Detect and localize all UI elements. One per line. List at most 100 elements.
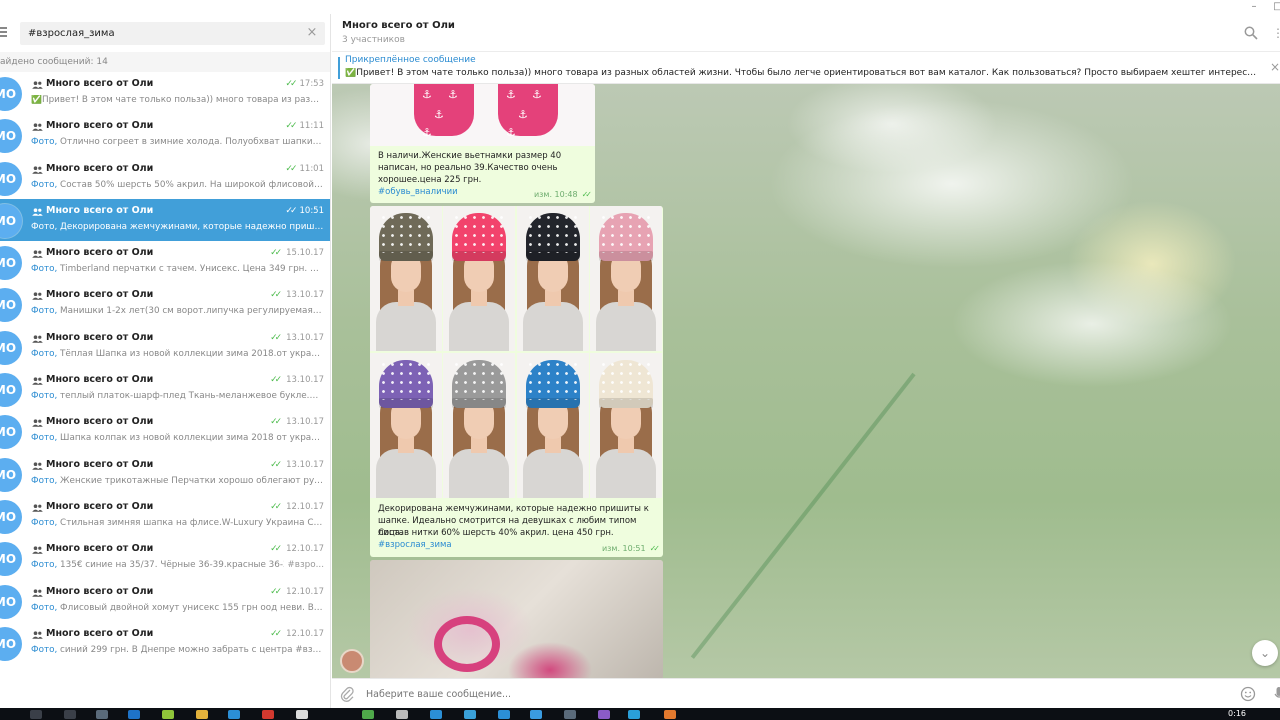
minimize-button[interactable]: –	[1242, 0, 1266, 14]
read-checks-icon: ✓✓	[270, 290, 282, 301]
message-preview: ✅Привет! В этом чате только польза)) мно…	[31, 95, 324, 105]
search-result-row[interactable]: МО Много всего от Оли ✓✓ 12.10.17 Фото, Флис…	[0, 579, 330, 622]
results-count: айдено сообщений: 14	[0, 52, 330, 72]
group-icon	[32, 81, 43, 89]
emoji-icon[interactable]	[1240, 686, 1256, 702]
taskbar-app-icon[interactable]	[262, 710, 274, 719]
search-result-row[interactable]: МО Много всего от Оли ✓✓ 12.10.17 Фото, 135€…	[0, 537, 330, 580]
search-result-row[interactable]: МО Много всего от Оли ✓✓ 12.10.17 Фото, Стил…	[0, 494, 330, 538]
neck	[544, 290, 561, 306]
message-caption-line: Состав нитки 60% шерсть 40% акрил. цена …	[378, 528, 614, 538]
message-photo-bubble[interactable]	[370, 560, 663, 680]
photo-slippers[interactable]: ⚓ ⚓ ⚓ ⚓ ⚓ ⚓ ⚓ ⚓	[370, 84, 595, 146]
hat-photo	[443, 206, 516, 351]
search-input[interactable]	[20, 22, 300, 45]
beanie-hat	[598, 213, 653, 261]
avatar: МО	[0, 499, 22, 534]
taskbar-app-icon[interactable]	[228, 710, 240, 719]
read-checks-icon: ✓✓	[270, 248, 282, 259]
search-result-row[interactable]: МО Много всего от Оли ✓✓ 13.10.17 Фото, Шапк…	[0, 410, 330, 453]
search-icon[interactable]	[1244, 26, 1258, 40]
taskbar-app-icon[interactable]	[664, 710, 676, 719]
taskbar-app-icon[interactable]	[128, 710, 140, 719]
pearl-decorations	[525, 360, 580, 400]
read-checks-icon: ✓✓	[270, 375, 282, 386]
chat-title[interactable]: Много всего от Оли	[342, 20, 455, 31]
sweater	[522, 449, 583, 498]
chat-name: Много всего от Оли	[46, 627, 154, 639]
taskbar-app-icon[interactable]	[96, 710, 108, 719]
taskbar-app-icon[interactable]	[396, 710, 408, 719]
beanie-hat	[379, 213, 433, 261]
scroll-down-button[interactable]: ⌄	[1252, 640, 1278, 666]
hamburger-menu-icon[interactable]	[0, 27, 10, 39]
taskbar-folder-icon[interactable]	[196, 710, 208, 719]
read-checks-icon: ✓✓	[270, 628, 282, 639]
search-result-row[interactable]: МО Много всего от Оли ✓✓11:11 Фото, Отлично…	[0, 114, 330, 157]
message-caption-line: Декорирована жемчужинами, которые надежн…	[378, 504, 649, 514]
taskbar-telegram-icon[interactable]	[628, 710, 640, 719]
attach-icon[interactable]	[340, 686, 354, 702]
microphone-icon[interactable]	[1274, 686, 1280, 702]
message-preview: Фото, синий 299 грн. В Днепре можно забр…	[31, 645, 324, 655]
search-result-row[interactable]: МО Много всего от Оли ✓✓ 13.10.17 Фото, Мани…	[0, 283, 330, 326]
more-menu-icon[interactable]: ⋮	[1272, 26, 1280, 40]
pearl-decorations	[598, 213, 653, 253]
search-result-row[interactable]: МО Много всего от Оли ✓✓ 13.10.17 Фото, тепл…	[0, 368, 330, 411]
sender-avatar[interactable]	[340, 649, 364, 673]
message-hashtag-link[interactable]: #обувь_вналичии	[378, 187, 458, 197]
read-checks-icon: ✓✓	[270, 459, 282, 470]
message-bubble[interactable]: ⚓ ⚓ ⚓ ⚓ ⚓ ⚓ ⚓ ⚓ В наличи.Женские вьетнамки р…	[370, 84, 595, 203]
search-result-row[interactable]: МО Много всего от Оли ✓✓10:51 Фото, Декорир…	[0, 198, 330, 242]
search-result-row[interactable]: МО Много всего от Оли ✓✓17:53 ✅Привет! В эт…	[0, 72, 330, 115]
search-result-row[interactable]: МО Много всего от Оли ✓✓ 12.10.17 Фото, сини…	[0, 621, 330, 665]
taskbar-task-view-icon[interactable]	[64, 710, 76, 719]
preview-text: Состав 50% шерсть 50% акрил. На широкой …	[57, 179, 324, 190]
group-icon	[32, 546, 43, 555]
search-result-row[interactable]: МО Много всего от Оли ✓✓ 13.10.17 Фото, Тёпл…	[0, 325, 330, 369]
photo-grid-hats[interactable]	[370, 206, 663, 498]
media-kind-label: Фото,	[31, 475, 58, 486]
taskbar-app-icon[interactable]	[430, 710, 442, 719]
maximize-button[interactable]: □	[1266, 0, 1280, 14]
message-preview: Фото, Флисовый двойной хомут унисекс 155…	[31, 603, 324, 613]
message-time: 10:51	[299, 205, 325, 216]
search-result-row[interactable]: МО Много всего от Оли ✓✓ 13.10.17 Фото, Женс…	[0, 452, 330, 495]
taskbar-app-icon[interactable]	[296, 710, 308, 719]
neck	[398, 290, 414, 306]
media-kind-label: Фото,	[31, 644, 58, 655]
taskbar-app-icon[interactable]	[464, 710, 476, 719]
taskbar-search-icon[interactable]	[30, 710, 42, 719]
beanie-hat	[452, 213, 507, 261]
taskbar-app-icon[interactable]	[598, 710, 610, 719]
close-pinned-icon[interactable]: ×	[1270, 60, 1280, 74]
taskbar-app-icon[interactable]	[564, 710, 576, 719]
neck	[398, 437, 414, 453]
pinned-message[interactable]: Прикреплённое сообщение ✅Привет! В этом …	[332, 52, 1280, 84]
taskbar-app-icon[interactable]	[530, 710, 542, 719]
read-checks-icon: ✓✓	[285, 205, 297, 216]
search-result-row[interactable]: МО Много всего от Оли ✓✓11:01 Фото, Состав …	[0, 156, 330, 199]
pearl-decorations	[452, 213, 507, 253]
message-preview: Фото, теплый платок-шарф-плед Ткань-мела…	[31, 391, 324, 401]
taskbar-app-icon[interactable]	[362, 710, 374, 719]
photo-pink-ring	[434, 616, 500, 672]
message-input[interactable]	[366, 683, 1216, 705]
taskbar-app-icon[interactable]	[498, 710, 510, 719]
neck	[617, 437, 634, 453]
taskbar-app-icon[interactable]	[162, 710, 174, 719]
clear-search-icon[interactable]: ×	[305, 26, 319, 40]
search-results-list: МОМного всего от Оли✓✓17:53✅Привет! В эт…	[0, 72, 330, 665]
message-hashtag-link[interactable]: #взрослая_зима	[378, 540, 452, 550]
chat-header: Много всего от Оли 3 участников ⋮	[332, 14, 1280, 52]
message-bubble[interactable]: Декорирована жемчужинами, которые надежн…	[370, 206, 663, 557]
message-preview: Фото, Декорирована жемчужинами, которые …	[31, 222, 324, 232]
read-checks-icon: ✓✓	[285, 79, 297, 89]
media-kind-label: Фото,	[31, 348, 58, 359]
message-time: 13.10.17	[286, 332, 324, 343]
search-result-row[interactable]: МО Много всего от Оли ✓✓ 15.10.17 Фото, Timb…	[0, 241, 330, 284]
message-meta: изм. 10:48 ✓✓	[534, 190, 592, 199]
neck	[544, 437, 561, 453]
media-kind-label: Фото,	[31, 137, 58, 148]
os-taskbar: 0:16	[0, 708, 1280, 720]
